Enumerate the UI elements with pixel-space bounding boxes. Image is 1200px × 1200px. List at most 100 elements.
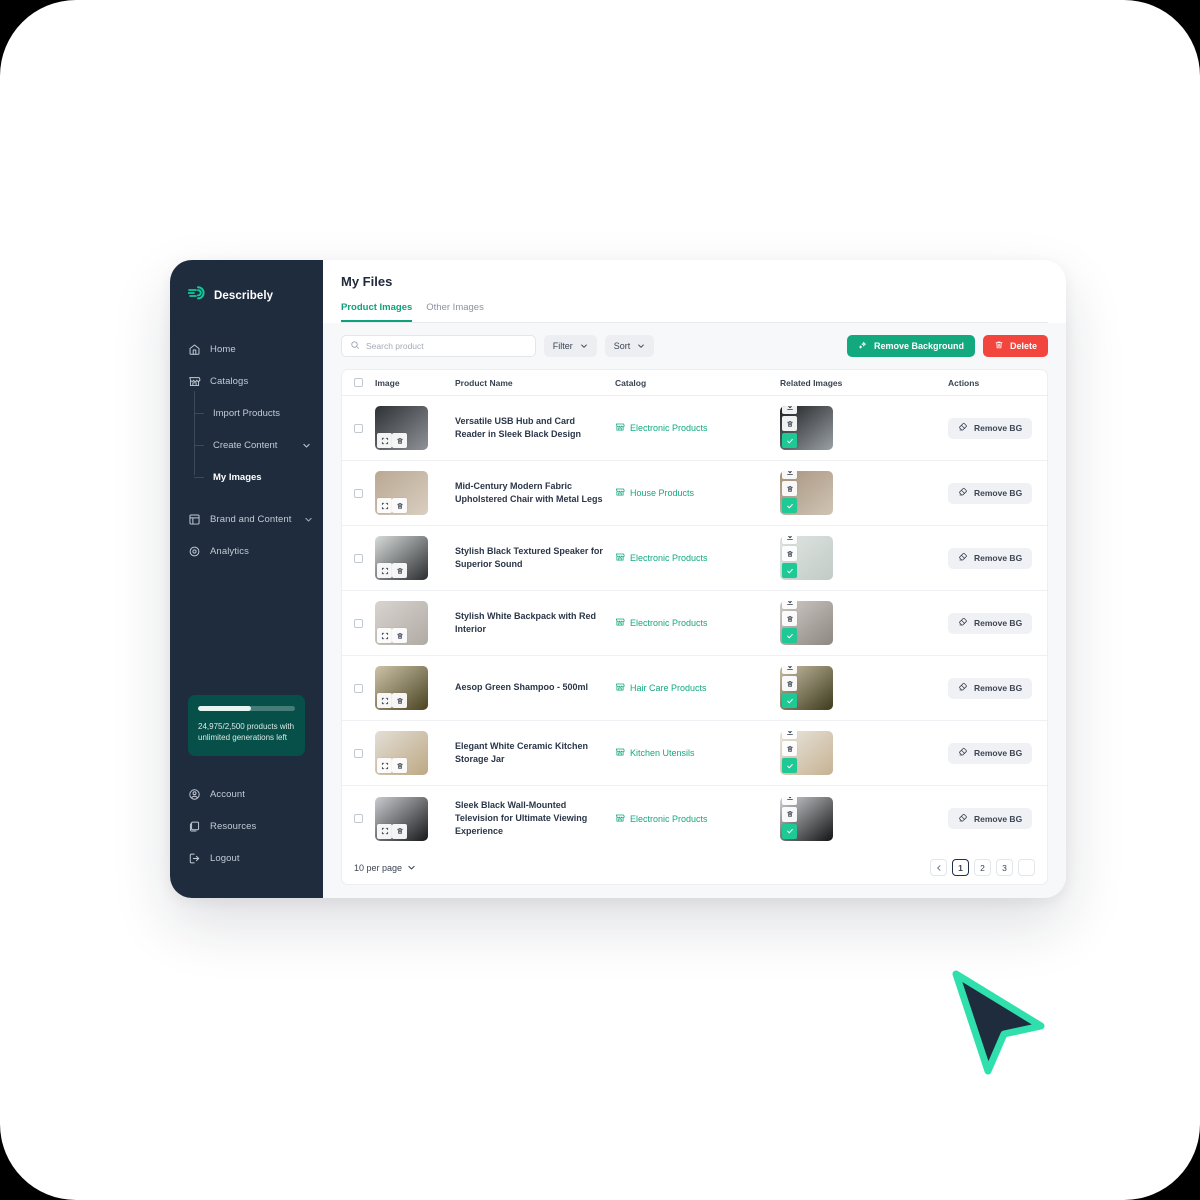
trash-icon[interactable]	[392, 628, 407, 643]
trash-icon[interactable]	[392, 563, 407, 578]
row-checkbox[interactable]	[354, 488, 363, 498]
download-icon[interactable]	[782, 796, 797, 805]
search-box[interactable]	[341, 335, 536, 357]
remove-bg-button[interactable]: Remove BG	[948, 612, 1033, 634]
product-thumbnail[interactable]	[375, 601, 428, 645]
tab-product-images[interactable]: Product Images	[341, 302, 413, 322]
expand-icon[interactable]	[377, 433, 392, 448]
trash-icon[interactable]	[392, 823, 407, 839]
sort-dropdown[interactable]: Sort	[604, 335, 655, 357]
catalog-link[interactable]: Kitchen Utensils	[615, 747, 780, 759]
select-all-checkbox[interactable]	[354, 378, 363, 387]
filter-dropdown[interactable]: Filter	[543, 335, 597, 357]
download-icon[interactable]	[782, 471, 797, 479]
download-icon[interactable]	[782, 536, 797, 544]
expand-icon[interactable]	[377, 693, 392, 708]
product-thumbnail[interactable]	[375, 731, 428, 775]
remove-bg-button[interactable]: Remove BG	[948, 547, 1033, 569]
row-checkbox[interactable]	[354, 423, 363, 433]
catalog-link[interactable]: House Products	[615, 487, 780, 499]
trash-icon[interactable]	[782, 741, 797, 756]
check-icon[interactable]	[782, 628, 797, 643]
sidebar-item-my-images[interactable]: My Images	[170, 461, 323, 493]
sidebar-item-logout[interactable]: Logout	[170, 842, 323, 874]
product-thumbnail[interactable]	[375, 796, 428, 841]
catalog-link[interactable]: Electronic Products	[615, 552, 780, 564]
sidebar-item-account[interactable]: Account	[170, 778, 323, 810]
row-checkbox[interactable]	[354, 814, 363, 823]
tab-other-images[interactable]: Other Images	[426, 302, 484, 322]
product-thumbnail[interactable]	[375, 536, 428, 580]
delete-button[interactable]: Delete	[982, 335, 1048, 357]
product-thumbnail[interactable]	[375, 666, 428, 710]
sidebar-item-import-products[interactable]: Import Products	[170, 397, 323, 429]
expand-icon[interactable]	[377, 823, 392, 839]
check-icon[interactable]	[782, 823, 797, 839]
catalog-link[interactable]: Electronic Products	[615, 617, 780, 629]
per-page-dropdown[interactable]: 10 per page	[354, 863, 416, 873]
remove-bg-button[interactable]: Remove BG	[948, 482, 1033, 504]
store-icon	[615, 682, 625, 694]
sidebar-item-catalogs[interactable]: Catalogs	[170, 365, 323, 397]
related-thumbnail[interactable]	[780, 536, 833, 580]
sidebar-item-home[interactable]: Home	[170, 333, 323, 365]
related-thumbnail[interactable]	[780, 731, 833, 775]
trash-icon[interactable]	[782, 546, 797, 561]
trash-icon[interactable]	[392, 498, 407, 513]
related-thumbnail[interactable]	[780, 471, 833, 515]
search-input[interactable]	[366, 341, 527, 351]
related-thumbnail[interactable]	[780, 406, 833, 450]
trash-icon[interactable]	[782, 416, 797, 431]
sidebar-item-create-content[interactable]: Create Content	[170, 429, 323, 461]
related-thumbnail[interactable]	[780, 796, 833, 841]
row-checkbox[interactable]	[354, 553, 363, 563]
download-icon[interactable]	[782, 406, 797, 414]
check-icon[interactable]	[782, 563, 797, 578]
expand-icon[interactable]	[377, 563, 392, 578]
remove-bg-button[interactable]: Remove BG	[948, 808, 1033, 829]
related-thumbnail[interactable]	[780, 666, 833, 710]
trash-icon[interactable]	[782, 611, 797, 626]
download-icon[interactable]	[782, 601, 797, 609]
expand-icon[interactable]	[377, 498, 392, 513]
check-icon[interactable]	[782, 433, 797, 448]
catalog-link[interactable]: Electronic Products	[615, 422, 780, 434]
download-icon[interactable]	[782, 731, 797, 739]
pagination-page-1[interactable]: 1	[952, 859, 969, 876]
row-checkbox[interactable]	[354, 618, 363, 628]
related-thumbnail[interactable]	[780, 601, 833, 645]
trash-icon[interactable]	[782, 676, 797, 691]
catalog-link[interactable]: Hair Care Products	[615, 682, 780, 694]
sidebar-item-brand-and-content[interactable]: Brand and Content	[170, 503, 323, 535]
expand-icon[interactable]	[377, 758, 392, 773]
brand-logo[interactable]: Describely	[170, 260, 323, 305]
pagination-next[interactable]	[1018, 859, 1035, 876]
check-icon[interactable]	[782, 693, 797, 708]
trash-icon[interactable]	[782, 806, 797, 822]
trash-icon[interactable]	[392, 433, 407, 448]
table-row: Stylish Black Textured Speaker for Super…	[342, 526, 1047, 591]
pagination-page-3[interactable]: 3	[996, 859, 1013, 876]
pagination-prev[interactable]	[930, 859, 947, 876]
sidebar-item-analytics[interactable]: Analytics	[170, 535, 323, 567]
catalog-link[interactable]: Electronic Products	[615, 813, 780, 825]
expand-icon[interactable]	[377, 628, 392, 643]
trash-icon[interactable]	[782, 481, 797, 496]
pagination-page-2[interactable]: 2	[974, 859, 991, 876]
remove-bg-button[interactable]: Remove BG	[948, 417, 1033, 439]
trash-icon[interactable]	[392, 758, 407, 773]
product-thumbnail[interactable]	[375, 406, 428, 450]
remove-bg-button[interactable]: Remove BG	[948, 677, 1033, 699]
row-checkbox[interactable]	[354, 748, 363, 758]
remove-bg-button[interactable]: Remove BG	[948, 742, 1033, 764]
trash-icon[interactable]	[392, 693, 407, 708]
remove-background-button[interactable]: Remove Background	[846, 335, 975, 357]
catalogs-subnav: Import Products Create Content My Images	[170, 391, 323, 493]
eraser-icon	[958, 813, 968, 825]
download-icon[interactable]	[782, 666, 797, 674]
product-thumbnail[interactable]	[375, 471, 428, 515]
row-checkbox[interactable]	[354, 683, 363, 693]
sidebar-item-resources[interactable]: Resources	[170, 810, 323, 842]
check-icon[interactable]	[782, 758, 797, 773]
check-icon[interactable]	[782, 498, 797, 513]
